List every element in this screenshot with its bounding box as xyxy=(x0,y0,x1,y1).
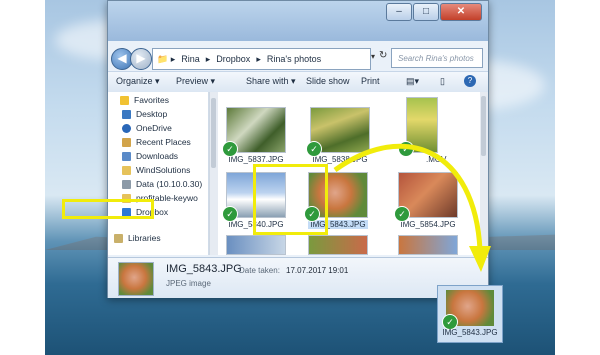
dragged-file-ghost[interactable]: ✓ IMG_5843.JPG xyxy=(437,285,503,343)
desktop-background: – □ ✕ ◀ ▶ 📁 ▸ Rina ▸ Dropbox ▸ Rina's ph… xyxy=(45,0,555,355)
dragged-file-name: IMG_5843.JPG xyxy=(442,328,498,337)
